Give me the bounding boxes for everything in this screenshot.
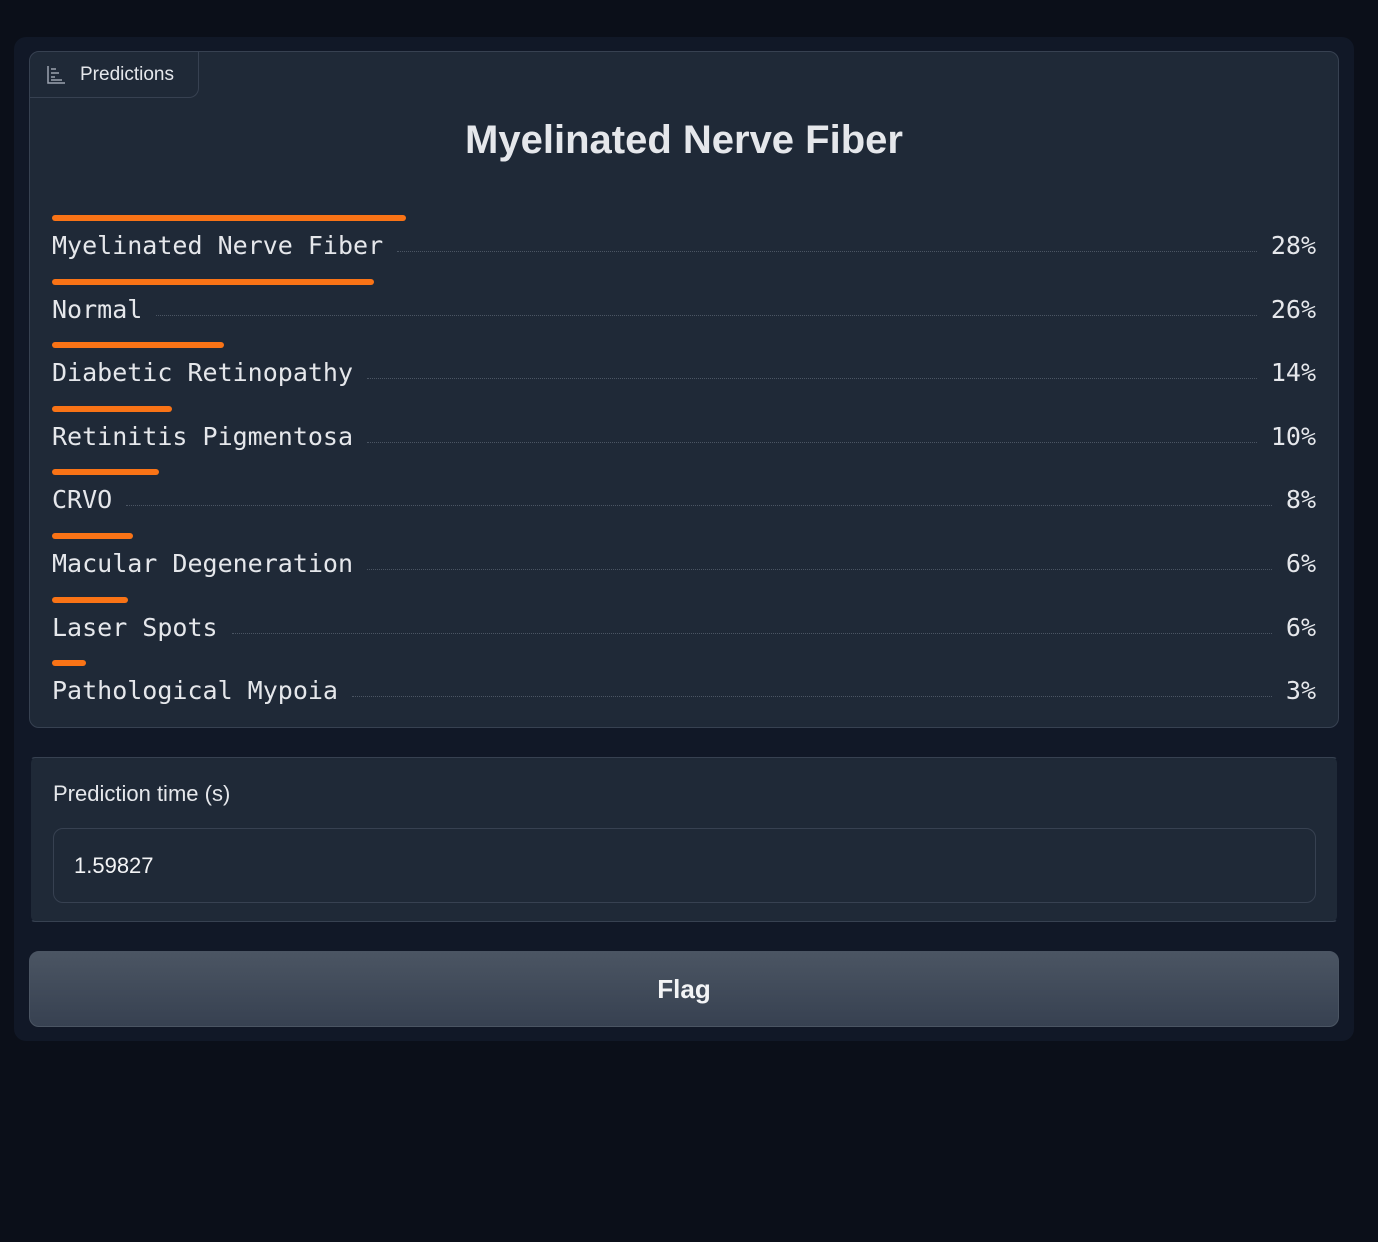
prediction-percent: 28%: [1270, 231, 1316, 260]
prediction-text: Normal 26%: [52, 295, 1316, 324]
prediction-percent: 8%: [1285, 485, 1316, 515]
prediction-row[interactable]: Pathological Mypoia 3%: [52, 660, 1316, 724]
prediction-text: Macular Degeneration 6%: [52, 549, 1316, 578]
bar-chart-icon: [47, 65, 65, 84]
prediction-row[interactable]: Diabetic Retinopathy 14%: [52, 342, 1316, 406]
prediction-label: Pathological Mypoia: [52, 676, 338, 706]
prediction-label: Myelinated Nerve Fiber: [52, 231, 384, 260]
top-prediction-headline: Myelinated Nerve Fiber: [465, 118, 903, 162]
prediction-text: Pathological Mypoia 3%: [52, 676, 1316, 705]
prediction-text: Myelinated Nerve Fiber 28%: [52, 231, 1316, 260]
predictions-panel: Predictions Myelinated Nerve Fiber Myeli…: [29, 51, 1339, 728]
confidence-bar: [52, 532, 133, 539]
confidence-bar: [52, 405, 172, 412]
dotted-leader: [126, 505, 1272, 507]
prediction-text: Diabetic Retinopathy 14%: [52, 358, 1316, 387]
prediction-row[interactable]: Laser Spots 6%: [52, 596, 1316, 661]
app-container: Predictions Myelinated Nerve Fiber Myeli…: [14, 37, 1354, 1041]
prediction-percent: 26%: [1270, 294, 1316, 324]
prediction-text: Retinitis Pigmentosa 10%: [52, 422, 1316, 451]
prediction-text: Laser Spots 6%: [52, 613, 1316, 642]
dotted-leader: [367, 568, 1272, 570]
dotted-leader: [156, 314, 1257, 316]
dotted-leader: [367, 441, 1257, 443]
confidence-bar: [52, 342, 224, 349]
prediction-label: Retinitis Pigmentosa: [52, 421, 354, 451]
prediction-row[interactable]: Macular Degeneration 6%: [52, 532, 1316, 597]
dotted-leader: [367, 378, 1257, 380]
prediction-row[interactable]: Retinitis Pigmentosa 10%: [52, 405, 1316, 470]
prediction-time-field[interactable]: [53, 828, 1316, 903]
predictions-tag-label: Predictions: [80, 63, 174, 85]
prediction-label: Macular Degeneration: [52, 548, 354, 578]
prediction-row[interactable]: Normal 26%: [52, 278, 1316, 343]
prediction-label: Normal: [52, 294, 143, 324]
confidence-bar: [52, 215, 406, 221]
prediction-row[interactable]: CRVO 8%: [52, 469, 1316, 533]
confidence-bar: [52, 278, 375, 285]
predictions-tag: Predictions: [30, 52, 199, 98]
prediction-text: CRVO 8%: [52, 485, 1316, 514]
flag-button[interactable]: Flag: [29, 951, 1339, 1027]
prediction-row[interactable]: Myelinated Nerve Fiber 28%: [52, 215, 1316, 279]
prediction-list: Myelinated Nerve Fiber 28% Normal 26% Diabet…: [52, 215, 1316, 724]
prediction-time-panel: Prediction time (s): [29, 757, 1339, 922]
prediction-time-label: Prediction time (s): [53, 781, 231, 806]
prediction-label: Diabetic Retinopathy: [52, 358, 354, 388]
confidence-bar: [52, 469, 160, 476]
confidence-bar: [52, 596, 128, 603]
confidence-bar: [52, 660, 87, 667]
prediction-percent: 6%: [1285, 548, 1316, 578]
dotted-leader: [397, 251, 1257, 252]
prediction-percent: 6%: [1285, 612, 1316, 642]
prediction-percent: 3%: [1285, 676, 1316, 706]
dotted-leader: [351, 696, 1272, 698]
prediction-label: Laser Spots: [52, 612, 218, 642]
prediction-label: CRVO: [52, 485, 113, 515]
prediction-percent: 10%: [1270, 421, 1316, 451]
prediction-percent: 14%: [1270, 358, 1316, 388]
dotted-leader: [231, 632, 1272, 634]
